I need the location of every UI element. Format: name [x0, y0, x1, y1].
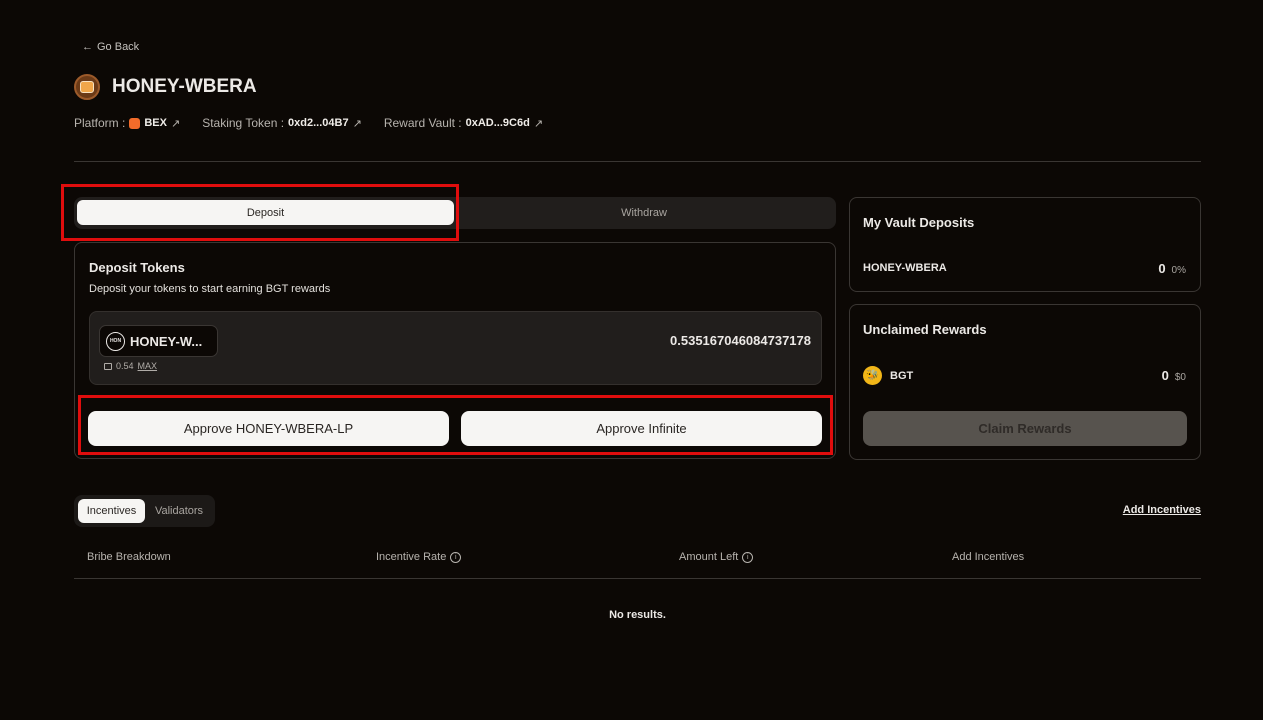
vault-deposit-amount: 0	[1158, 261, 1166, 276]
deposit-card-title: Deposit Tokens	[89, 260, 185, 275]
token-selector[interactable]: HON HONEY-W...	[99, 325, 218, 357]
vault-deposit-token: HONEY-WBERA	[863, 262, 947, 274]
vault-deposits-title: My Vault Deposits	[863, 215, 975, 230]
info-icon[interactable]: i	[742, 551, 754, 563]
vault-deposit-value: 0 0%	[1158, 261, 1186, 276]
column-incentive-rate: Incentive Rate i	[376, 551, 462, 563]
amount-value[interactable]: 0.535167046084737178	[670, 333, 811, 348]
table-header-divider	[74, 578, 1201, 579]
reward-vault-address: 0xAD...9C6d	[465, 117, 530, 129]
staking-token-address: 0xd2...04B7	[288, 117, 349, 129]
reward-value: 0 $0	[1162, 368, 1186, 383]
tab-incentives[interactable]: Incentives	[78, 499, 145, 523]
go-back-link[interactable]: ← Go Back	[82, 41, 139, 53]
tab-validators[interactable]: Validators	[148, 499, 210, 523]
unclaimed-rewards-title: Unclaimed Rewards	[863, 322, 987, 337]
claim-rewards-button[interactable]: Claim Rewards	[863, 411, 1187, 446]
staking-token-label: Staking Token :	[202, 116, 285, 130]
unclaimed-rewards-card: Unclaimed Rewards 🐝 BGT 0 $0 Claim Rewar…	[849, 304, 1201, 460]
my-vault-deposits-card: My Vault Deposits HONEY-WBERA 0 0%	[849, 197, 1201, 292]
external-link-icon[interactable]: ↗	[534, 117, 543, 130]
external-link-icon[interactable]: ↗	[171, 117, 180, 130]
info-icon[interactable]: i	[450, 551, 462, 563]
deposit-card-subtitle: Deposit your tokens to start earning BGT…	[89, 283, 331, 295]
token-balance: 0.54 MAX	[104, 361, 157, 371]
wallet-icon	[104, 362, 112, 370]
reward-vault-label: Reward Vault :	[383, 116, 462, 130]
empty-table-message: No results.	[609, 609, 666, 621]
column-bribe-breakdown: Bribe Breakdown	[87, 551, 171, 563]
token-name: HONEY-W...	[130, 333, 203, 349]
vault-deposit-percent: 0%	[1171, 265, 1186, 276]
reward-token: 🐝 BGT	[863, 366, 913, 385]
platform-label: Platform :	[74, 116, 126, 130]
reward-usd: $0	[1174, 372, 1186, 383]
header-divider	[74, 161, 1201, 162]
platform-value: BEX	[144, 117, 167, 129]
reward-amount: 0	[1161, 368, 1169, 383]
add-incentives-link[interactable]: Add Incentives	[1123, 504, 1201, 516]
column-amount-left: Amount Left i	[679, 551, 754, 563]
page-header: HONEY-WBERA	[74, 74, 257, 100]
incentives-validators-tabs: Incentives Validators	[74, 495, 215, 527]
vault-meta: Platform : BEX ↗ Staking Token : 0xd2...…	[74, 116, 543, 130]
reward-token-name: BGT	[890, 369, 914, 382]
bex-icon	[129, 117, 141, 129]
arrow-left-icon: ←	[82, 41, 93, 53]
page-title: HONEY-WBERA	[112, 76, 257, 97]
bgt-token-icon: 🐝	[863, 366, 882, 385]
max-button[interactable]: MAX	[138, 361, 158, 371]
honey-wbera-token-icon	[74, 74, 100, 100]
column-add-incentives: Add Incentives	[952, 551, 1025, 563]
external-link-icon[interactable]: ↗	[353, 117, 362, 130]
honey-token-icon: HON	[106, 331, 125, 351]
balance-value: 0.54	[116, 361, 134, 371]
deposit-amount-input[interactable]: HON HONEY-W... 0.54 MAX 0.53516704608473…	[89, 311, 822, 385]
tab-withdraw[interactable]: Withdraw	[454, 200, 834, 225]
highlight-box-approve-buttons	[78, 395, 833, 455]
go-back-label: Go Back	[97, 41, 140, 53]
highlight-box-deposit-tab	[61, 184, 459, 241]
